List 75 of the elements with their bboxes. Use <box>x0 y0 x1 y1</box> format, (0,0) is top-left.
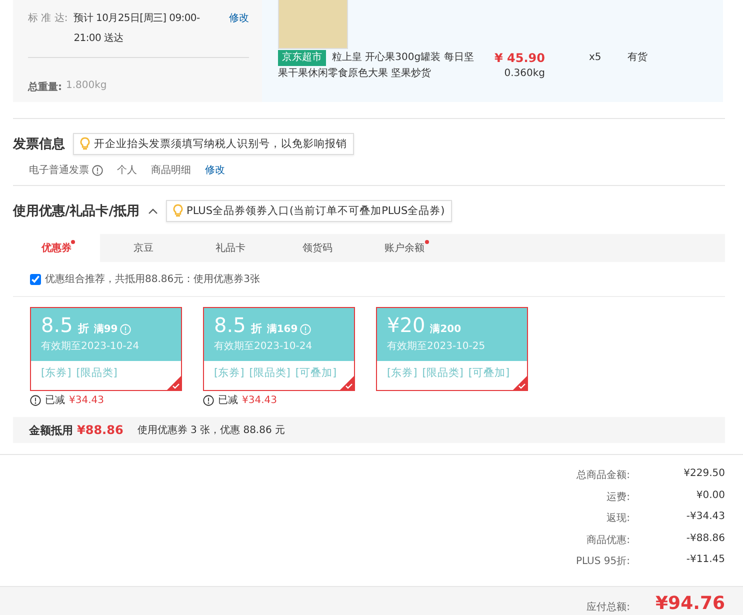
product-name[interactable]: 果干果休闲零食原色大果 坚果炒货 <box>278 66 483 82</box>
total-weight: 1.800kg <box>66 80 107 93</box>
tooltip-text: PLUS全品券领券入口(当前订单不可叠加PLUS全品券) <box>186 204 445 218</box>
delivery-label: 标 准 达: <box>28 12 68 26</box>
coupon-condition: 满99 <box>94 322 118 336</box>
store-badge: 京东超市 <box>278 50 326 66</box>
total-value: ¥229.50 <box>682 468 725 481</box>
product-weight: 0.360kg <box>504 67 545 81</box>
saved-amount: ¥34.43 <box>69 394 104 406</box>
coupon-validity: 有效期至2023-10-24 <box>41 340 140 353</box>
edit-link[interactable]: 修改 <box>229 9 249 49</box>
coupon-amount: 8.5 <box>41 313 73 337</box>
coupon-tag: [东券] <box>41 366 72 380</box>
section-title: 使用优惠/礼品卡/抵用 <box>13 202 140 220</box>
deduction-label: 金额抵用 <box>29 422 73 438</box>
tooltip-text: 开企业抬头发票须填写纳税人识别号，以免影响报销 <box>94 137 347 151</box>
section-title: 发票信息 <box>13 136 65 153</box>
coupon-unit: 折 <box>78 321 89 336</box>
total-value: ¥0.00 <box>695 490 725 502</box>
coupon-tag: [可叠加] <box>468 366 510 380</box>
coupon-tag: [限品类] <box>249 366 290 380</box>
total-label: 运费: <box>606 490 630 504</box>
info-icon <box>203 394 214 406</box>
invoice-title: 个人 <box>117 164 137 177</box>
product-price: ¥ 45.90 <box>494 50 545 66</box>
coupon-tag: [限品类] <box>76 366 118 380</box>
checkmark-corner-icon <box>340 376 354 390</box>
photo-placeholder <box>278 0 348 49</box>
info-icon <box>92 164 103 176</box>
coupon-amount: 8.5 <box>214 313 246 337</box>
tab[interactable]: 礼品卡 <box>187 234 274 262</box>
coupon-validity: 有效期至2023-10-25 <box>387 340 486 353</box>
total-label: 返现: <box>606 512 630 526</box>
edit-link[interactable]: 修改 <box>205 163 225 177</box>
total-label: 商品优惠: <box>586 534 630 548</box>
deduction-amount: ¥88.86 <box>77 423 124 437</box>
coupon-condition: 满169 <box>266 322 298 336</box>
invoice-type: 电子普通发票 <box>29 164 89 177</box>
total-value: -¥11.45 <box>685 554 725 567</box>
total-label: PLUS 95折: <box>574 555 630 569</box>
tab[interactable]: 领货码 <box>274 234 361 262</box>
tab[interactable]: 优惠券 <box>13 234 100 262</box>
product-quantity: x5 <box>589 51 602 65</box>
delivery-time: 预计 10月25日[周三] 09:00-21:00 送达 <box>74 12 201 46</box>
payable-amount: ¥94.76 <box>654 592 725 614</box>
total-label: 总商品金额: <box>576 468 630 483</box>
lightbulb-icon <box>80 137 90 151</box>
coupon-condition: 满200 <box>430 322 462 336</box>
recommend-text: 优惠组合推荐，共抵用88.86元：使用优惠券3张 <box>45 272 260 286</box>
coupon-tag: [限品类] <box>422 366 464 380</box>
info-icon <box>30 394 41 406</box>
payable-label: 应付总额: <box>586 600 630 614</box>
coupon-amount: ¥20 <box>387 313 426 337</box>
total-value: -¥88.86 <box>685 532 725 546</box>
saved-label: 已减 <box>45 394 65 407</box>
coupon-tag: [可叠加] <box>295 366 337 380</box>
coupon-tag: [东券] <box>387 366 418 380</box>
deduction-summary: 使用优惠券 3 张，优惠 88.86 元 <box>137 424 286 437</box>
checkmark-corner-icon <box>167 376 181 390</box>
checkmark-corner-icon <box>513 376 527 390</box>
invoice-content: 商品明细 <box>151 164 191 177</box>
checkbox[interactable] <box>30 274 41 284</box>
lightbulb-icon <box>172 204 182 218</box>
saved-label: 已减 <box>218 394 238 407</box>
coupon-unit: 折 <box>250 321 262 336</box>
stock-status: 有货 <box>627 51 648 65</box>
coupon-tag: [东券] <box>214 366 244 380</box>
caret-icon[interactable] <box>148 208 158 214</box>
weight-label: 总重量: <box>28 80 62 94</box>
total-value: -¥34.43 <box>685 511 725 524</box>
coupon-validity: 有效期至2023-10-24 <box>214 340 314 353</box>
tab[interactable]: 账户余额 <box>361 234 448 262</box>
tab[interactable]: 京豆 <box>100 234 187 262</box>
product-name[interactable]: 粒上皇 开心果300g罐装 每日坚 <box>332 50 474 66</box>
saved-amount: ¥34.43 <box>242 394 277 406</box>
